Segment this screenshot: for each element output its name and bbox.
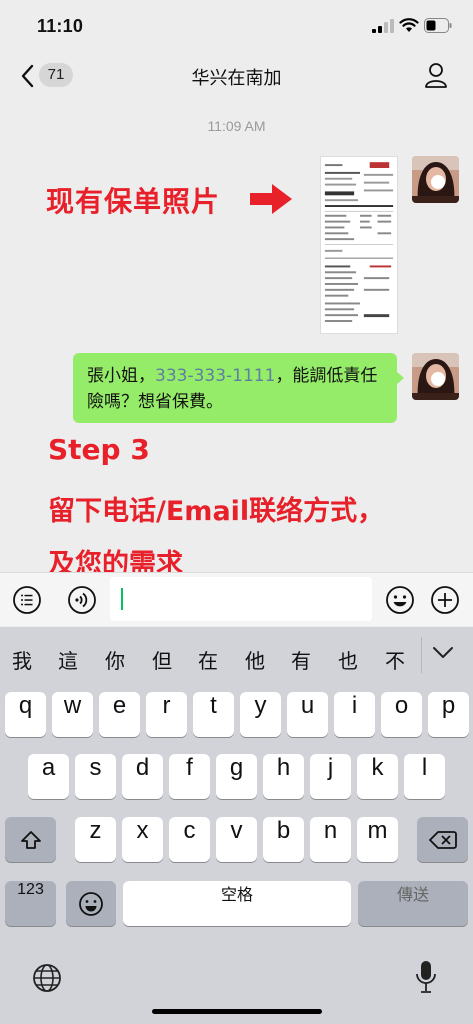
candidate-word[interactable]: 有 (291, 645, 311, 674)
key-s[interactable]: s (75, 754, 116, 799)
user-avatar[interactable] (412, 156, 459, 203)
mic-icon[interactable] (415, 960, 437, 994)
message-input[interactable] (110, 577, 372, 621)
message-input-bar (0, 572, 473, 626)
key-p[interactable]: p (428, 692, 469, 737)
key-y[interactable]: y (240, 692, 281, 737)
status-time: 11:10 (37, 16, 84, 36)
status-bar: 11:10 (0, 0, 473, 54)
keyboard: 我 這 你 但 在 他 有 也 不 q w e r t y u i o p a … (0, 627, 473, 1024)
overlay-step-title: Step 3 (48, 433, 150, 466)
key-u[interactable]: u (287, 692, 328, 737)
chat-header: 71 华兴在南加 (0, 54, 473, 100)
phone-link[interactable]: 333-333-1111 (155, 366, 275, 386)
candidate-word[interactable]: 你 (105, 645, 125, 674)
key-m[interactable]: m (357, 817, 398, 862)
battery-icon (424, 18, 452, 33)
key-j[interactable]: j (310, 754, 351, 799)
avatar-photo (412, 353, 459, 400)
key-r[interactable]: r (146, 692, 187, 737)
candidate-word[interactable]: 我 (12, 645, 32, 674)
divider (421, 637, 422, 673)
candidate-word[interactable]: 也 (338, 645, 358, 674)
delete-icon (428, 830, 457, 849)
voice-icon[interactable] (66, 584, 98, 616)
key-d[interactable]: d (122, 754, 163, 799)
key-z[interactable]: z (75, 817, 116, 862)
emoji-icon[interactable] (384, 584, 416, 616)
wifi-icon (399, 18, 419, 32)
chevron-down-icon[interactable] (431, 643, 455, 661)
policy-photo-message[interactable] (320, 156, 398, 334)
delete-key[interactable] (417, 817, 468, 862)
key-x[interactable]: x (122, 817, 163, 862)
key-k[interactable]: k (357, 754, 398, 799)
shift-icon (20, 830, 41, 849)
candidate-word[interactable]: 不 (385, 645, 405, 674)
candidate-word[interactable]: 這 (58, 645, 78, 674)
numbers-key[interactable]: 123 (5, 881, 56, 926)
key-l[interactable]: l (404, 754, 445, 799)
message-text-prefix: 張小姐， (87, 366, 155, 386)
shift-key[interactable] (5, 817, 56, 862)
key-f[interactable]: f (169, 754, 210, 799)
text-message-bubble[interactable]: 張小姐，333-333-1111，能調低責任險嗎？想省保費。 (73, 353, 404, 423)
key-n[interactable]: n (310, 817, 351, 862)
emoji-key[interactable] (66, 881, 116, 926)
key-h[interactable]: h (263, 754, 304, 799)
send-key[interactable]: 傳送 (358, 881, 468, 926)
avatar-photo (412, 156, 459, 203)
key-o[interactable]: o (381, 692, 422, 737)
user-avatar[interactable] (412, 353, 459, 400)
key-c[interactable]: c (169, 817, 210, 862)
key-a[interactable]: a (28, 754, 69, 799)
candidate-word[interactable]: 他 (245, 645, 265, 674)
candidate-bar: 我 這 你 但 在 他 有 也 不 (0, 627, 473, 691)
key-t[interactable]: t (193, 692, 234, 737)
key-w[interactable]: w (52, 692, 93, 737)
space-key[interactable]: 空格 (123, 881, 351, 926)
menu-list-icon[interactable] (11, 584, 43, 616)
key-e[interactable]: e (99, 692, 140, 737)
message-timestamp: 11:09 AM (207, 118, 266, 134)
key-b[interactable]: b (263, 817, 304, 862)
candidate-word[interactable]: 在 (198, 645, 218, 674)
key-i[interactable]: i (334, 692, 375, 737)
chat-title: 华兴在南加 (191, 68, 282, 89)
overlay-photo-caption: 现有保单照片 (46, 185, 221, 218)
emoji-icon (79, 891, 103, 916)
key-g[interactable]: g (216, 754, 257, 799)
plus-icon[interactable] (429, 584, 461, 616)
key-q[interactable]: q (5, 692, 46, 737)
globe-icon[interactable] (31, 962, 63, 994)
home-indicator (152, 1009, 322, 1014)
candidate-word[interactable]: 但 (152, 645, 172, 674)
cellular-signal-icon (372, 19, 394, 33)
text-caret (121, 588, 123, 610)
profile-icon[interactable] (424, 62, 448, 88)
document-thumbnail (321, 158, 397, 332)
key-v[interactable]: v (216, 817, 257, 862)
overlay-step-line2: 留下电话/Email联络方式， (48, 496, 385, 527)
arrow-right-icon (250, 184, 292, 214)
